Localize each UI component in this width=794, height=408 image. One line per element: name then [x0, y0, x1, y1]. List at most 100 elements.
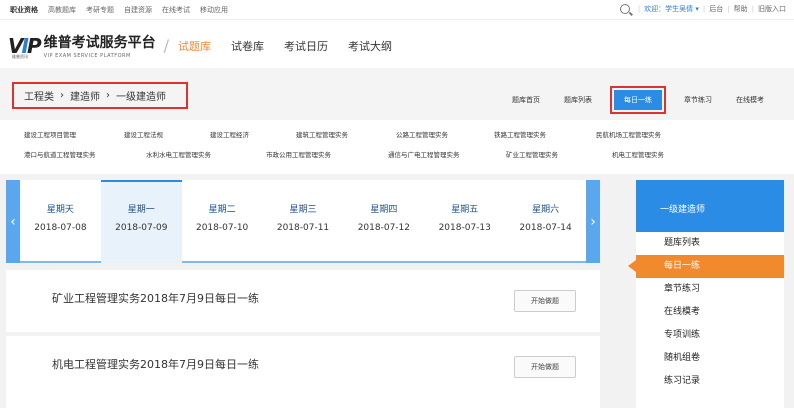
day-date: 2018-07-13 [438, 223, 491, 233]
top-links: 职业资格 高教题库 考研专题 自建资源 在线考试 移动应用 [10, 5, 228, 15]
day-date: 2018-07-11 [276, 223, 330, 233]
main-nav: 试题库 试卷库 考试日历 考试大纲 [178, 38, 392, 54]
category-link[interactable]: 机电工程管理实务 [612, 149, 664, 159]
day-date: 2018-07-10 [195, 223, 249, 233]
breadcrumb-engineering[interactable]: 工程类 [24, 88, 54, 103]
category-link[interactable]: 建筑工程管理实务 [296, 129, 396, 139]
sidebar-item-random-paper[interactable]: 随机组卷 [636, 347, 784, 370]
week-date-selector: ‹ 星期天 2018-07-08 星期一 2018-07-09 星期二 2018… [6, 180, 600, 263]
top-link-higher-ed[interactable]: 高教题库 [48, 5, 76, 15]
category-link[interactable]: 市政公用工程管理实务 [266, 149, 388, 159]
top-link-postgrad[interactable]: 考研专题 [86, 5, 114, 15]
category-link[interactable]: 建设工程法规 [124, 129, 210, 139]
breadcrumb: 工程类 › 建造师 › 一级建造师 [12, 82, 188, 109]
category-link[interactable]: 通信与广电工程管理实务 [388, 149, 506, 159]
exercise-title[interactable]: 矿业工程管理实务2018年7月9日每日一练 [52, 290, 259, 306]
sidebar-item-bank-list[interactable]: 题库列表 [636, 232, 784, 255]
next-week-button[interactable]: › [586, 180, 600, 263]
day-thursday[interactable]: 星期四 2018-07-12 [343, 180, 424, 263]
top-link-online-exam[interactable]: 在线考试 [162, 5, 190, 15]
top-link-old-version[interactable]: 旧版入口 [758, 4, 786, 14]
category-link[interactable]: 矿业工程管理实务 [506, 149, 612, 159]
day-sunday[interactable]: 星期天 2018-07-08 [20, 180, 101, 263]
day-friday[interactable]: 星期五 2018-07-13 [424, 180, 505, 263]
logo[interactable]: VIP 维普资讯 维普考试服务平台 VIP EXAM SERVICE PLATF… [8, 32, 177, 60]
chevron-left-icon: ‹ [10, 213, 16, 230]
search-icon[interactable] [619, 4, 630, 14]
day-monday[interactable]: 星期一 2018-07-09 [100, 180, 182, 263]
brand: 维普考试服务平台 VIP EXAM SERVICE PLATFORM [44, 32, 156, 59]
logo-divider: / [163, 36, 169, 55]
chevron-right-icon: › [590, 213, 596, 230]
sidebar-item-practice-record[interactable]: 练习记录 [636, 370, 784, 393]
nav-exam-syllabus[interactable]: 考试大纲 [348, 38, 392, 54]
sidebar: 一级建造师 题库列表 每日一练 章节练习 在线模考 专项训练 随机组卷 练习记录 [628, 180, 784, 408]
day-name: 星期四 [370, 205, 398, 215]
breadcrumb-level-one[interactable]: 一级建造师 [116, 88, 166, 103]
subject-categories: 建设工程项目管理 建设工程法规 建设工程经济 建筑工程管理实务 公路工程管理实务… [0, 120, 794, 174]
sub-nav: 题库首页 题库列表 每日一练 章节练习 在线模考 [500, 86, 776, 114]
category-link[interactable]: 建设工程项目管理 [24, 129, 124, 139]
breadcrumb-constructor[interactable]: 建造师 [70, 88, 100, 103]
day-wednesday[interactable]: 星期三 2018-07-11 [263, 180, 344, 263]
category-link[interactable]: 民航机场工程管理实务 [596, 129, 661, 139]
category-row: 港口与航道工程管理实务 水利水电工程管理实务 市政公用工程管理实务 通信与广电工… [24, 149, 664, 159]
week-days: 星期天 2018-07-08 星期一 2018-07-09 星期二 2018-0… [20, 180, 586, 263]
day-saturday[interactable]: 星期六 2018-07-14 [505, 180, 586, 263]
category-link[interactable]: 港口与航道工程管理实务 [24, 149, 146, 159]
top-user-area: | 欢迎：学生吴倩 ▾ | 后台 | 帮助 | 旧版入口 [619, 4, 786, 14]
separator: | [751, 5, 754, 13]
day-date: 2018-07-12 [357, 223, 411, 233]
sidebar-item-special-training[interactable]: 专项训练 [636, 324, 784, 347]
top-link-mobile[interactable]: 移动应用 [200, 5, 228, 15]
sub-bar: 工程类 › 建造师 › 一级建造师 题库首页 题库列表 每日一练 章节练习 在线… [0, 68, 794, 120]
separator: | [637, 5, 641, 13]
category-row: 建设工程项目管理 建设工程法规 建设工程经济 建筑工程管理实务 公路工程管理实务… [24, 129, 661, 139]
sidebar-item-online-mock[interactable]: 在线模考 [636, 301, 784, 324]
breadcrumb-sep: › [106, 90, 110, 101]
day-tuesday[interactable]: 星期二 2018-07-10 [182, 180, 263, 263]
nav-question-bank[interactable]: 试题库 [178, 38, 211, 54]
subnav-bank-list[interactable]: 题库列表 [552, 95, 604, 105]
top-link-custom[interactable]: 自建资源 [124, 5, 152, 15]
day-name: 星期二 [208, 205, 236, 215]
breadcrumb-sep: › [60, 90, 64, 101]
top-link-help[interactable]: 帮助 [734, 4, 748, 14]
top-link-professional[interactable]: 职业资格 [10, 5, 38, 15]
subnav-online-mock[interactable]: 在线模考 [724, 95, 776, 105]
day-date: 2018-07-14 [519, 223, 572, 233]
category-link[interactable]: 水利水电工程管理实务 [146, 149, 266, 159]
category-link[interactable]: 铁路工程管理实务 [494, 129, 596, 139]
category-link[interactable]: 建设工程经济 [210, 129, 296, 139]
day-name: 星期五 [451, 205, 479, 215]
nav-paper-bank[interactable]: 试卷库 [231, 38, 264, 54]
nav-exam-calendar[interactable]: 考试日历 [284, 38, 328, 54]
day-date: 2018-07-08 [34, 223, 87, 233]
brand-name: 维普考试服务平台 [43, 35, 156, 51]
category-link[interactable]: 公路工程管理实务 [396, 129, 494, 139]
separator: | [702, 5, 706, 13]
top-link-admin[interactable]: 后台 [709, 4, 723, 14]
vip-logo-sub: 维普资讯 [12, 54, 28, 59]
day-name: 星期六 [532, 205, 560, 215]
day-name: 星期天 [46, 205, 74, 215]
sidebar-item-chapter-practice[interactable]: 章节练习 [636, 278, 784, 301]
sidebar-item-daily-practice[interactable]: 每日一练 [628, 255, 784, 278]
day-date: 2018-07-09 [115, 223, 168, 233]
start-practice-button[interactable]: 开始做题 [514, 356, 576, 378]
sidebar-header: 一级建造师 [636, 180, 784, 232]
subnav-daily-highlight: 每日一练 [610, 86, 666, 114]
prev-week-button[interactable]: ‹ [6, 180, 20, 263]
subnav-bank-home[interactable]: 题库首页 [500, 95, 552, 105]
subnav-daily-practice[interactable]: 每日一练 [614, 90, 662, 110]
start-practice-button[interactable]: 开始做题 [514, 290, 576, 312]
brand-english: VIP EXAM SERVICE PLATFORM [43, 53, 131, 59]
header: VIP 维普资讯 维普考试服务平台 VIP EXAM SERVICE PLATF… [0, 20, 794, 68]
top-bar: 职业资格 高教题库 考研专题 自建资源 在线考试 移动应用 | 欢迎：学生吴倩 … [0, 0, 794, 20]
exercise-title[interactable]: 机电工程管理实务2018年7月9日每日一练 [52, 356, 259, 372]
welcome-user-menu[interactable]: 欢迎：学生吴倩 ▾ [644, 4, 699, 14]
exercise-card: 机电工程管理实务2018年7月9日每日一练 开始做题 [6, 336, 600, 408]
subnav-chapter-practice[interactable]: 章节练习 [672, 95, 724, 105]
exercise-card: 矿业工程管理实务2018年7月9日每日一练 开始做题 [6, 270, 600, 332]
day-name: 星期一 [127, 205, 155, 215]
